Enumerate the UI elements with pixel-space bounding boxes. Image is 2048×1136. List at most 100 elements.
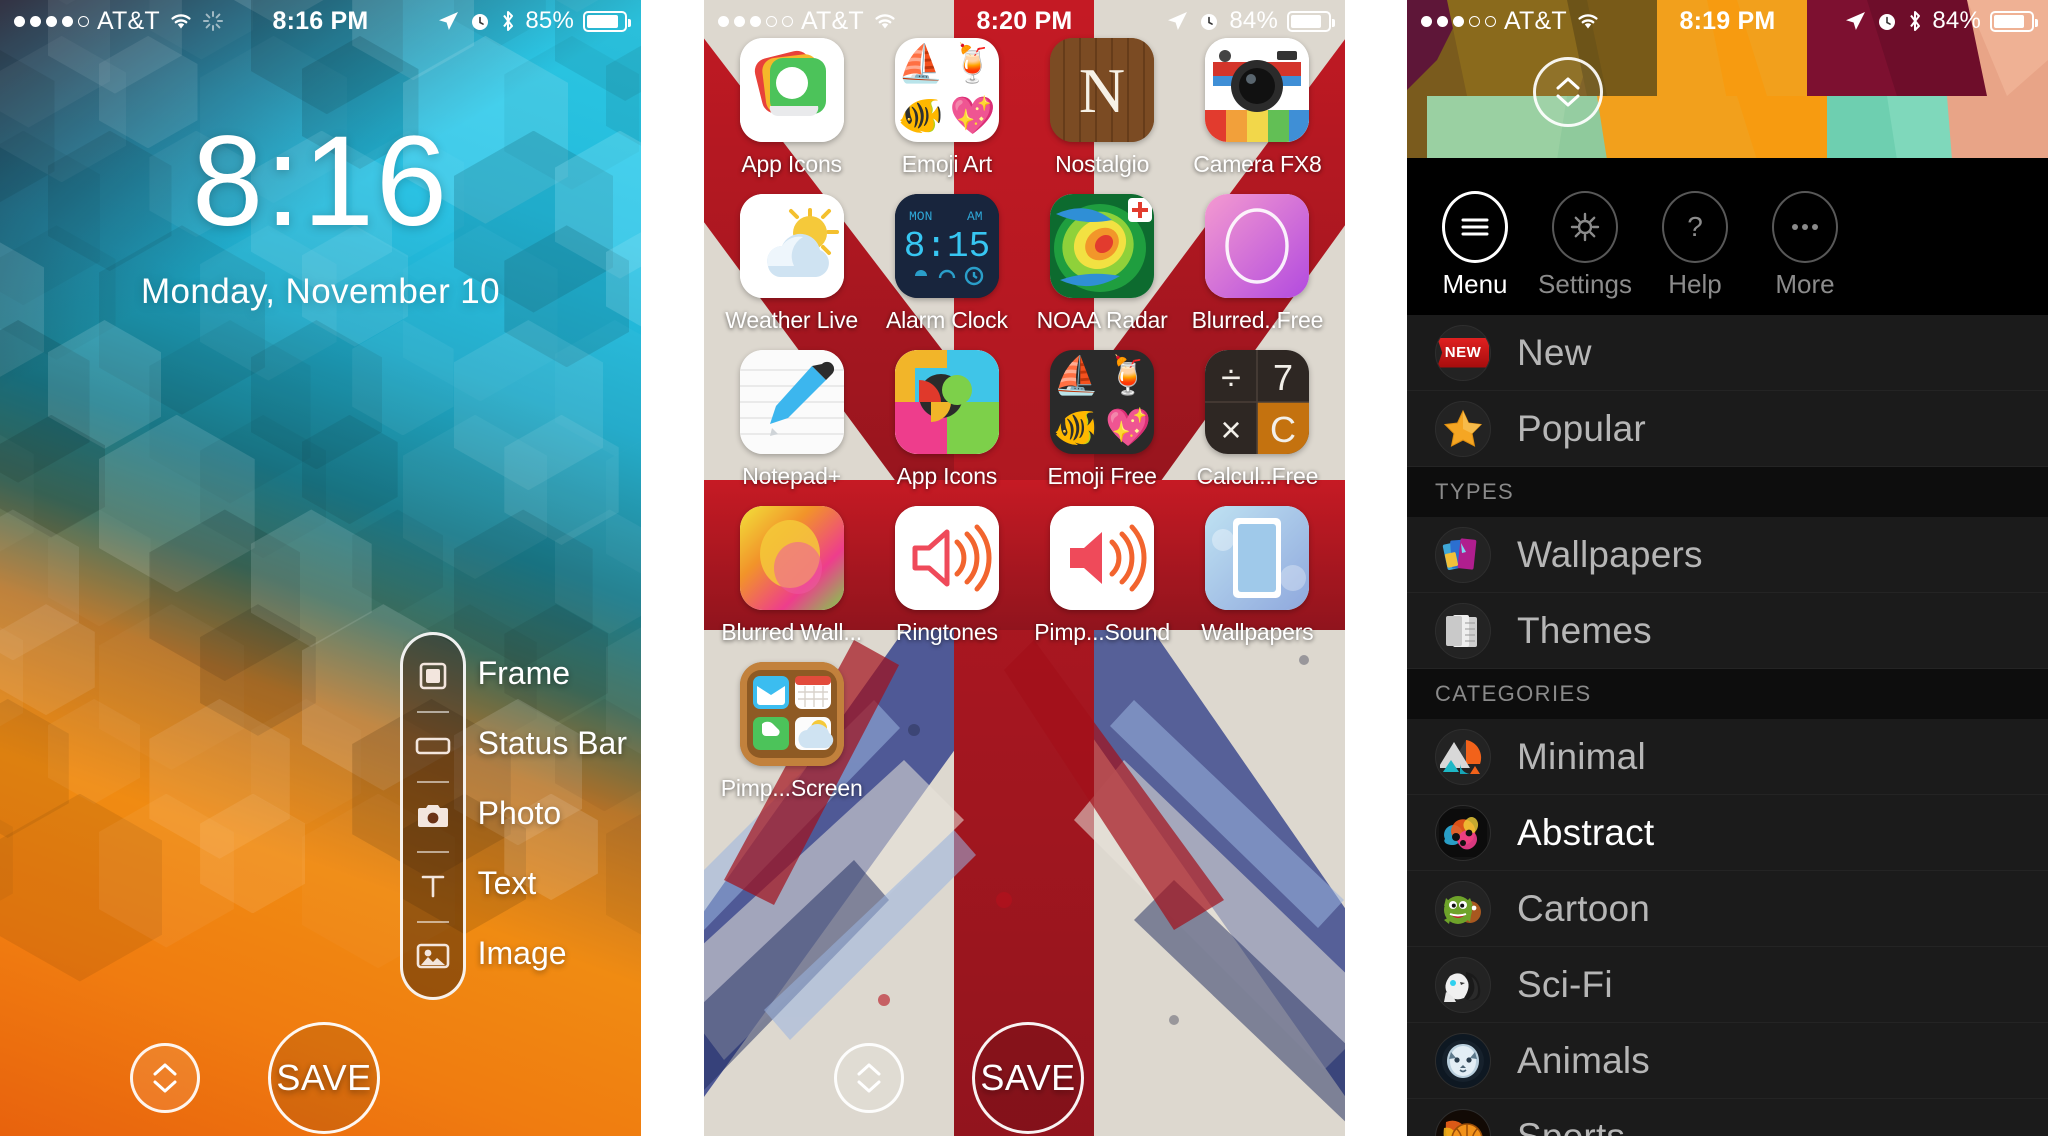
scifi-icon [1435, 956, 1491, 1013]
pimp-sound-art [1050, 506, 1155, 610]
lockscreen-date: Monday, November 10 [140, 272, 501, 311]
toolbar-item-menu[interactable]: Menu [1433, 190, 1517, 300]
tool-status-bar-button[interactable] [403, 711, 463, 781]
app-label: Ringtones [895, 619, 998, 645]
folder-art [739, 662, 844, 766]
svg-text:N: N [1079, 55, 1125, 126]
carrier-label: AT&T [97, 6, 160, 35]
app-item[interactable]: NOAA Radar [1025, 194, 1180, 334]
app-item-folder[interactable]: Pimp...Screen [714, 662, 869, 802]
minimal-icon [1435, 728, 1491, 785]
alarm-icon [1201, 14, 1218, 30]
camera-icon [417, 805, 448, 827]
fish-emoji: 🐠 [1053, 406, 1100, 448]
themes-stack-art [1446, 614, 1477, 647]
banner-chevron-button[interactable] [1533, 57, 1603, 127]
app-item[interactable]: MON AM 8:15 Alarm Clock [869, 194, 1024, 334]
bluetooth-icon [503, 11, 514, 31]
menu-item-animals[interactable]: Animals [1407, 1023, 2048, 1099]
menu-app-root: AT&T 8:19 PM 84% Menu Settings ? Help Mo… [1407, 0, 2048, 1136]
menu-item-cartoon[interactable]: Cartoon [1407, 871, 2048, 947]
menu-item-minimal[interactable]: Minimal [1407, 719, 2048, 795]
section-header-types: TYPES [1407, 467, 2048, 517]
tool-rail-icons [399, 632, 466, 1000]
tool-image-button[interactable] [403, 921, 463, 991]
carrier-label: AT&T [801, 6, 864, 35]
app-item[interactable]: App Icons [714, 38, 869, 178]
signal-dot [46, 15, 57, 27]
menu-item-sports[interactable]: Sports [1407, 1099, 2048, 1136]
lockscreen-clock: 8:16 Monday, November 10 [0, 118, 641, 312]
menu-label-popular: Popular [1517, 407, 1646, 449]
menu-item-popular[interactable]: Popular [1407, 391, 2048, 467]
toolbar-item-help[interactable]: ? Help [1653, 190, 1737, 300]
app-item[interactable]: ÷ 7 × C Calcul..Free [1180, 350, 1335, 490]
status-bar-right: 84% [1843, 7, 2038, 35]
menu-label-wallpapers: Wallpapers [1517, 533, 1703, 575]
battery-icon [1287, 10, 1335, 32]
text-icon [421, 875, 444, 898]
sports-art [1443, 1120, 1483, 1136]
blurred-free-icon [1205, 194, 1310, 298]
menu-label-minimal: Minimal [1517, 735, 1646, 777]
location-arrow-icon [439, 12, 459, 30]
app-item[interactable]: ⛵ 🍹 🐠 💖 Emoji Free [1025, 350, 1180, 490]
menu-item-wallpapers[interactable]: Wallpapers [1407, 517, 2048, 593]
camera-fx8-icon [1205, 38, 1310, 142]
alarm-meridiem-text: AM [967, 209, 983, 224]
app-item[interactable]: Blurred..Free [1180, 194, 1335, 334]
battery-icon [1990, 10, 2038, 32]
app-item[interactable]: Weather Live [714, 194, 869, 334]
menu-item-themes[interactable]: Themes [1407, 593, 2048, 669]
status-bar: AT&T 8:20 PM 84% [704, 0, 1345, 42]
signal-strength-icon [14, 15, 89, 27]
app-item[interactable]: ⛵ 🍹 🐠 💖 Emoji Art [869, 38, 1024, 178]
editor-tool-rail: Frame Status Bar Photo Text Image [399, 632, 627, 1000]
question-icon: ? [1687, 211, 1703, 242]
weather-live-icon [739, 194, 844, 298]
save-button[interactable]: SAVE [972, 1022, 1084, 1134]
menu-item-new[interactable]: NEW New [1407, 315, 2048, 391]
toolbar-label-menu: Menu [1442, 268, 1508, 299]
tool-text-button[interactable] [403, 851, 463, 921]
signal-dot [14, 15, 25, 27]
battery-percent-label: 84% [1932, 7, 1981, 34]
app-item[interactable]: N Nostalgio [1025, 38, 1180, 178]
menu-item-scifi[interactable]: Sci-Fi [1407, 947, 2048, 1023]
tool-frame-button[interactable] [403, 641, 463, 711]
app-label: Blurred Wall... [721, 619, 862, 645]
menu-item-abstract[interactable]: Abstract [1407, 795, 2048, 871]
nostalgio-art: N [1050, 38, 1155, 142]
signal-dot [1469, 15, 1480, 27]
app-item[interactable]: Wallpapers [1180, 506, 1335, 646]
status-bar: AT&T 8:19 PM 84% [1407, 0, 2048, 42]
gear-icon [1570, 212, 1600, 241]
toolbar-item-settings[interactable]: Settings [1538, 190, 1632, 300]
menu-label-abstract: Abstract [1517, 811, 1655, 853]
chevron-updown-button[interactable] [130, 1043, 200, 1113]
app-item[interactable]: Pimp...Sound [1025, 506, 1180, 646]
tool-photo-button[interactable] [403, 781, 463, 851]
save-button[interactable]: SAVE [268, 1022, 380, 1134]
calc-key-divide: ÷ [1221, 357, 1241, 398]
wallpapers-stack-icon [1435, 526, 1491, 583]
battery-percent-label: 84% [1229, 7, 1278, 34]
alarm-clock-icon: MON AM 8:15 [894, 194, 999, 298]
carrier-label: AT&T [1504, 6, 1567, 35]
screenshot-stage: AT&T 8:16 PM 85% 8:16 Monday, November 1… [0, 0, 2048, 1136]
app-item[interactable]: Camera FX8 [1180, 38, 1335, 178]
menu-list: NEW New Popular TYPES Wallpapers Themes … [1407, 315, 2048, 1136]
toolbar-label-more: More [1775, 268, 1835, 299]
alarm-clock-art: MON AM 8:15 [894, 194, 999, 298]
app-item[interactable]: Notepad+ [714, 350, 869, 490]
toolbar-item-more[interactable]: More [1763, 190, 1847, 300]
help-circle: ? [1662, 190, 1728, 263]
chevron-updown-button[interactable] [834, 1043, 904, 1113]
abstract-icon [1435, 804, 1491, 861]
app-item[interactable]: Blurred Wall... [714, 506, 869, 646]
signal-dot [1485, 15, 1496, 27]
sports-icon [1435, 1108, 1491, 1136]
sailboat-emoji: ⛵ [1053, 354, 1100, 396]
app-item[interactable]: App Icons [869, 350, 1024, 490]
app-item[interactable]: Ringtones [869, 506, 1024, 646]
